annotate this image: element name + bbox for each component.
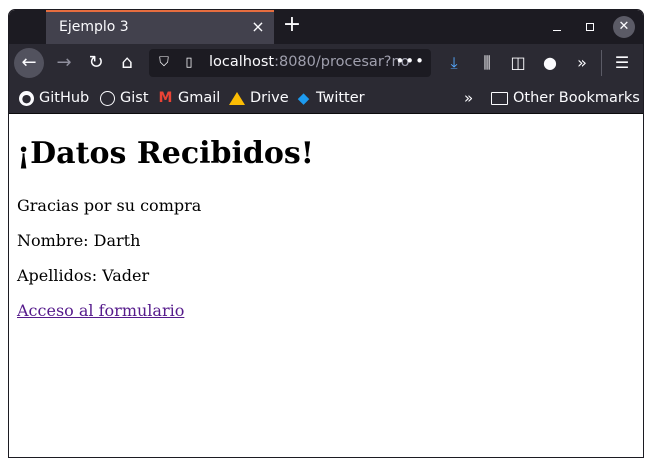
other-bookmarks-label: Other Bookmarks [513, 90, 640, 106]
bookmark-label: Twitter [316, 90, 365, 106]
form-link[interactable]: Acceso al formulario [17, 301, 184, 320]
new-tab-button[interactable]: + [281, 14, 303, 37]
browser-window: Ejemplo 3 × + ✕ ← → ↻ ⌂ ⛉ ▯ localhost:80… [8, 9, 644, 458]
bookmark-github[interactable]: ● GitHub [19, 89, 89, 107]
minimize-button[interactable] [548, 18, 566, 36]
bookmark-gmail[interactable]: M Gmail [158, 89, 221, 107]
maximize-button[interactable] [581, 18, 599, 36]
bookmark-label: Gist [120, 90, 149, 106]
url-path: :8080/procesar?no [274, 54, 409, 70]
close-icon[interactable]: × [250, 19, 266, 35]
bookmark-gist[interactable]: Gist [100, 89, 149, 107]
page-content: ¡Datos Recibidos! Gracias por su compra … [9, 114, 643, 457]
url-host: localhost [209, 54, 275, 70]
tab-strip: Ejemplo 3 × + ✕ [9, 10, 643, 44]
globe-icon [100, 90, 115, 106]
home-button[interactable]: ⌂ [113, 49, 141, 77]
bookmark-twitter[interactable]: ◆ Twitter [296, 89, 365, 107]
bookmark-label: Gmail [178, 90, 221, 106]
bookmark-label: Drive [250, 90, 289, 106]
shield-icon[interactable]: ⛉ [156, 54, 172, 72]
forward-button[interactable]: → [50, 49, 78, 77]
page-title: ¡Datos Recibidos! [17, 136, 314, 171]
tab-ejemplo-3[interactable]: Ejemplo 3 × [46, 10, 274, 44]
nombre-text: Nombre: Darth [17, 231, 141, 250]
folder-icon [491, 91, 508, 105]
reload-button[interactable]: ↻ [82, 49, 110, 77]
window-close-button[interactable]: ✕ [613, 16, 635, 38]
bookmark-label: GitHub [39, 90, 90, 106]
menu-icon[interactable]: ☰ [610, 51, 634, 75]
bookmarks-overflow-icon[interactable]: » [464, 89, 473, 107]
account-icon[interactable]: ● [538, 51, 562, 75]
tab-title: Ejemplo 3 [59, 19, 129, 35]
sidebar-icon[interactable]: ◫ [506, 51, 530, 75]
twitter-icon: ◆ [297, 88, 310, 107]
bookmark-drive[interactable]: Drive [229, 89, 289, 107]
nav-bar: ← → ↻ ⌂ ⛉ ▯ localhost:8080/procesar?no •… [9, 44, 643, 82]
other-bookmarks[interactable]: Other Bookmarks [491, 89, 640, 107]
github-icon: ● [19, 90, 34, 106]
url-text[interactable]: localhost:8080/procesar?no [209, 54, 409, 70]
drive-icon [229, 91, 245, 105]
thanks-text: Gracias por su compra [17, 196, 202, 215]
library-icon[interactable]: ⫼ [475, 51, 499, 75]
chevron-right-icon[interactable]: » [570, 51, 594, 75]
download-icon[interactable]: ⤓ [442, 51, 466, 75]
page-icon: ▯ [185, 55, 193, 70]
back-button[interactable]: ← [14, 48, 44, 78]
apellidos-text: Apellidos: Vader [17, 266, 150, 285]
bookmarks-bar: ● GitHub Gist M Gmail Drive ◆ Twitter » … [9, 82, 643, 114]
toolbar-divider [601, 50, 602, 76]
page-actions-icon[interactable]: ••• [395, 52, 425, 70]
gmail-icon: M [158, 89, 173, 106]
url-bar[interactable]: ⛉ ▯ localhost:8080/procesar?no ••• [149, 49, 431, 77]
